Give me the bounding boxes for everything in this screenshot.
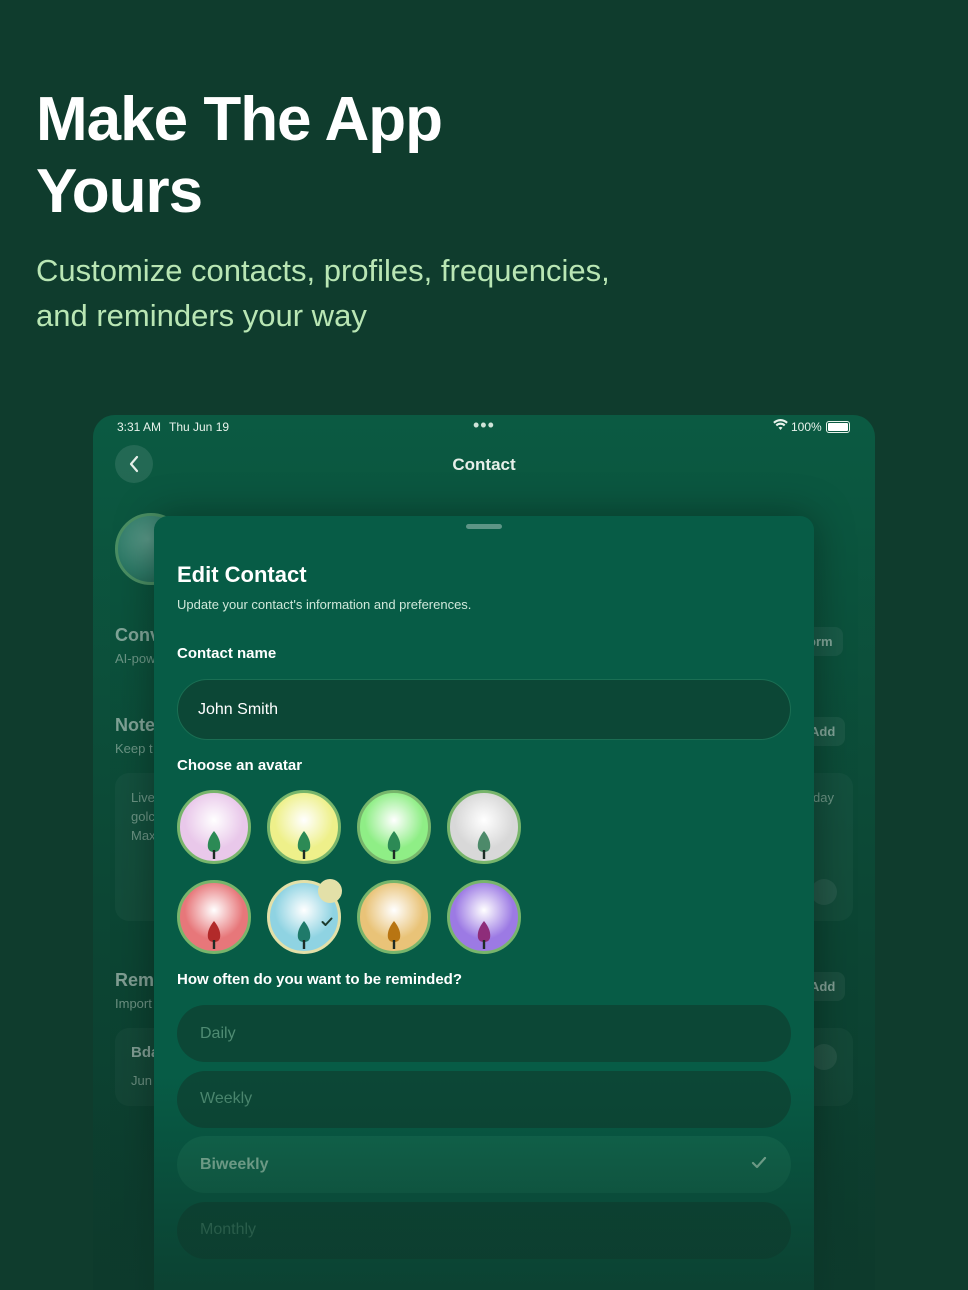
- avatar-option[interactable]: [267, 790, 341, 864]
- edit-reminder-icon[interactable]: [811, 1044, 837, 1070]
- avatar-option[interactable]: [447, 880, 521, 954]
- tree-icon: [387, 921, 401, 949]
- reminder-date: Jun: [131, 1073, 152, 1088]
- checkmark-icon: [751, 1156, 767, 1175]
- tree-icon: [297, 921, 311, 949]
- note-date: day: [813, 790, 834, 805]
- contact-name-label: Contact name: [177, 645, 277, 662]
- sheet-title: Edit Contact: [177, 562, 307, 587]
- edit-contact-sheet: Edit Contact Update your contact's infor…: [154, 516, 814, 1290]
- notes-heading: Note: [115, 715, 155, 735]
- note-line: Live: [131, 790, 155, 805]
- reminder-frequency-label: How often do you want to be reminded?: [177, 971, 462, 988]
- frequency-option[interactable]: Weekly: [177, 1070, 791, 1128]
- avatar-option[interactable]: [357, 790, 431, 864]
- avatar-option[interactable]: [357, 880, 431, 954]
- tree-icon: [207, 831, 221, 859]
- note-line: golc: [131, 809, 155, 824]
- frequency-label: Daily: [200, 1024, 236, 1042]
- frequency-option[interactable]: Daily: [177, 1005, 791, 1062]
- frequency-label: Biweekly: [200, 1155, 269, 1173]
- avatar-option[interactable]: [177, 880, 251, 954]
- sheet-grabber[interactable]: [466, 524, 502, 529]
- frequency-label: Monthly: [200, 1221, 257, 1238]
- edit-note-icon[interactable]: [811, 879, 837, 905]
- contact-name-input[interactable]: John Smith: [177, 679, 791, 740]
- sheet-subtitle: Update your contact's information and pr…: [177, 597, 472, 612]
- note-line: Max: [131, 828, 156, 843]
- contact-name-value: John Smith: [198, 700, 279, 718]
- conversation-subtext: AI-pow: [115, 651, 156, 666]
- tree-icon: [477, 921, 491, 949]
- avatar-option[interactable]: [267, 879, 342, 954]
- choose-avatar-label: Choose an avatar: [177, 757, 303, 774]
- device-screen: 3:31 AM Thu Jun 19 ••• 100% Contact Conv…: [93, 415, 875, 1290]
- avatar-option[interactable]: [177, 790, 251, 864]
- tree-icon: [297, 831, 311, 859]
- avatar-option[interactable]: [447, 790, 521, 864]
- tree-icon: [477, 831, 491, 859]
- hero-title: Make The App Yours: [36, 85, 443, 226]
- reminders-heading: Rem: [115, 970, 155, 990]
- hero-subtitle: Customize contacts, profiles, frequencie…: [36, 253, 610, 333]
- tree-icon: [387, 831, 401, 859]
- tree-icon: [207, 921, 221, 949]
- frequency-option[interactable]: Biweekly: [177, 1136, 791, 1193]
- selected-check-icon: [318, 879, 342, 926]
- reminders-subtext: Import: [115, 996, 152, 1011]
- frequency-option[interactable]: Monthly: [177, 1201, 791, 1259]
- notes-subtext: Keep t: [115, 741, 153, 756]
- frequency-label: Weekly: [200, 1090, 253, 1107]
